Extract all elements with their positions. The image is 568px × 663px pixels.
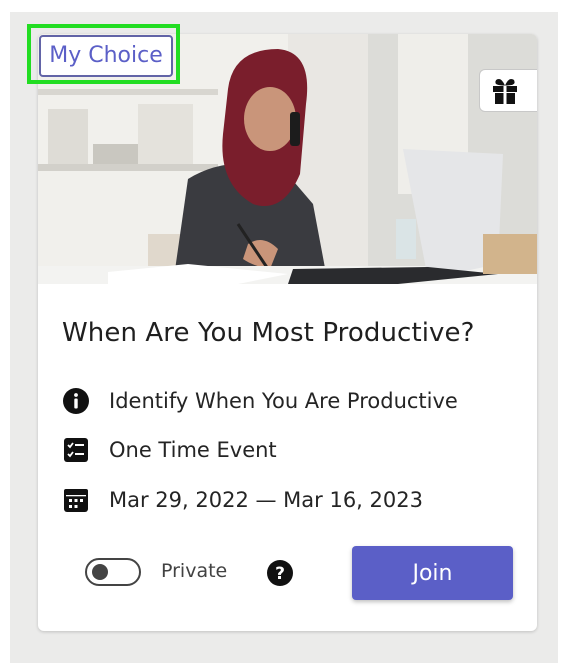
gift-icon (493, 78, 517, 104)
calendar-icon (64, 489, 88, 512)
private-toggle[interactable] (85, 558, 141, 586)
points-badge: 25 (479, 69, 537, 112)
svg-text:?: ? (275, 564, 285, 584)
challenge-title: When Are You Most Productive? (62, 318, 475, 348)
toggle-knob (92, 564, 108, 580)
my-choice-badge-label[interactable]: My Choice (39, 35, 173, 77)
frequency-row: One Time Event (62, 435, 277, 465)
points-value: 25 (536, 79, 537, 103)
checklist-icon (64, 438, 88, 462)
question-icon[interactable]: ? (266, 559, 294, 587)
date-range-text: Mar 29, 2022 — Mar 16, 2023 (109, 488, 423, 512)
date-range-row: Mar 29, 2022 — Mar 16, 2023 (62, 485, 423, 515)
description-text: Identify When You Are Productive (109, 389, 458, 413)
challenge-card[interactable]: My Choice 25 When Are You Most Productiv… (38, 34, 537, 631)
join-button[interactable]: Join (352, 546, 513, 600)
private-label: Private (161, 560, 228, 582)
frequency-text: One Time Event (109, 438, 277, 462)
description-row: Identify When You Are Productive (62, 386, 458, 416)
info-icon (63, 388, 89, 414)
